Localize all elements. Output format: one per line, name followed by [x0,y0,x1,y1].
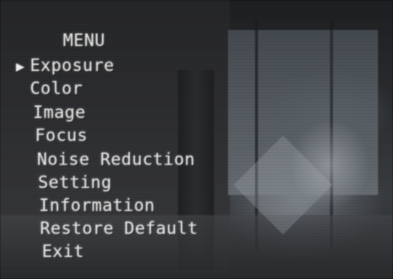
menu-item-label: Exit [42,242,85,262]
menu-item-setting[interactable]: Setting [38,173,112,193]
menu-item-label: Setting [38,173,112,193]
menu-item-label: Exposure [30,56,115,76]
menu-item-label: Color [30,79,83,99]
menu-item-label: Information [39,196,155,216]
menu-item-information[interactable]: Information [39,196,155,216]
menu-item-restore-default[interactable]: Restore Default [40,219,198,239]
menu-item-label: Noise Reduction [37,150,196,170]
menu-item-label: Image [33,103,86,123]
menu-item-label: Restore Default [40,219,199,239]
selection-arrow-icon: ▶ [16,59,25,75]
menu-item-noise-reduction[interactable]: Noise Reduction [37,150,195,170]
osd-menu: MENU ▶ Exposure Color Image Focus Noise R… [0,0,393,279]
menu-item-exit[interactable]: Exit [42,242,84,262]
menu-item-color[interactable]: Color [30,79,83,99]
menu-title: MENU [63,31,106,51]
menu-item-focus[interactable]: Focus [35,126,88,146]
menu-item-image[interactable]: Image [33,103,86,123]
menu-item-exposure[interactable]: ▶ Exposure [16,56,114,76]
menu-item-label: Focus [35,126,88,146]
camera-osd-screen: MENU ▶ Exposure Color Image Focus Noise R… [0,0,393,279]
